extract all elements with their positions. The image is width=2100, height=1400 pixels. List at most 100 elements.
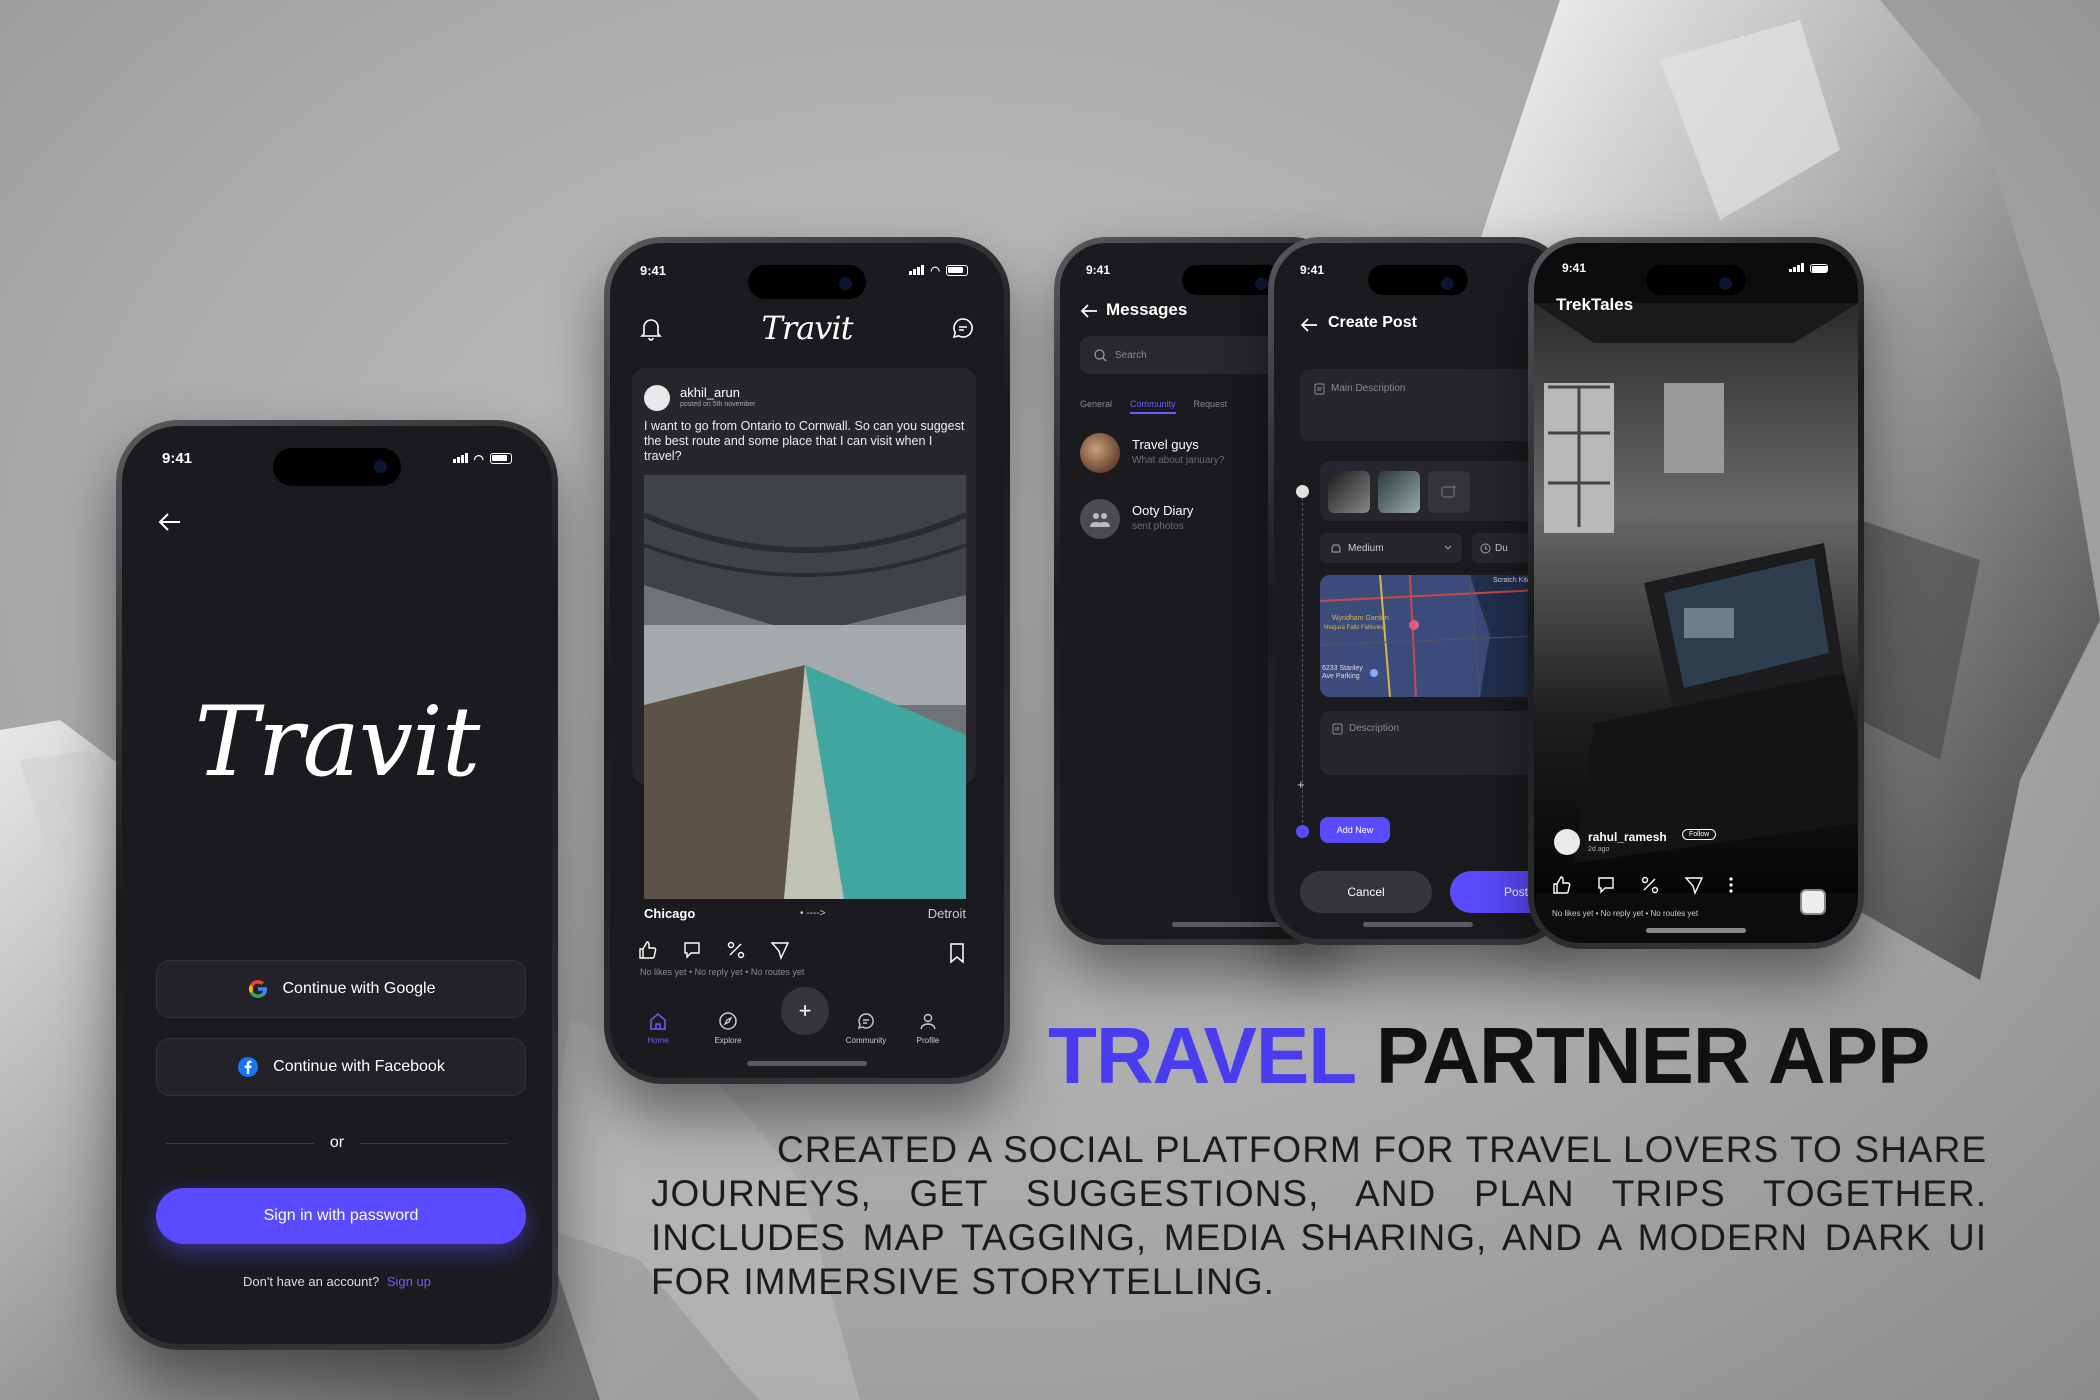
timeline-start-dot	[1296, 485, 1309, 498]
route-from: Chicago	[644, 906, 696, 921]
home-indicator	[1646, 928, 1746, 933]
share-icon[interactable]	[1684, 875, 1704, 895]
difficulty-select[interactable]: Medium	[1320, 533, 1462, 563]
nav-home[interactable]: Home	[636, 1011, 680, 1045]
comment-icon[interactable]	[682, 940, 702, 960]
signal-icon	[1788, 261, 1804, 275]
post-username[interactable]: akhil_arun	[680, 385, 740, 400]
reel-username[interactable]: rahul_ramesh	[1588, 830, 1667, 844]
headline-rest: PARTNER APP	[1375, 1011, 1930, 1100]
home-indicator	[747, 1061, 867, 1066]
status-time: 9:41	[1086, 263, 1111, 277]
route-icon[interactable]	[1640, 875, 1660, 895]
tab-community[interactable]: Community	[1130, 399, 1176, 414]
nav-profile[interactable]: Profile	[906, 1011, 950, 1045]
nav-community-label: Community	[845, 1036, 887, 1045]
bottom-nav: Home Explore + Community Profile	[610, 987, 1004, 1063]
status-time: 9:41	[640, 263, 667, 278]
add-new-label: Add New	[1336, 825, 1374, 835]
nav-explore-label: Explore	[714, 1036, 742, 1045]
nav-profile-label: Profile	[916, 1036, 940, 1045]
post-photo[interactable]	[644, 475, 966, 899]
google-icon	[248, 980, 267, 998]
compass-icon	[719, 1012, 737, 1030]
post-avatar[interactable]	[644, 385, 670, 411]
people-icon	[1090, 513, 1110, 527]
headline-accent: TRAVEL	[1048, 1011, 1356, 1100]
clock-icon	[1480, 543, 1491, 553]
google-button-label: Continue with Google	[282, 980, 436, 997]
create-post-phone: 9:41 Create Post Main Description + Medi…	[1268, 237, 1568, 945]
chat-name: Ooty Diary	[1132, 503, 1194, 518]
map-preview[interactable]: Scratch Kitchen Wyndham Garden Niagara F…	[1320, 575, 1560, 697]
battery-icon	[946, 265, 968, 276]
like-icon[interactable]	[1552, 875, 1572, 895]
status-time: 9:41	[162, 450, 193, 467]
profile-icon	[920, 1013, 936, 1030]
password-signin-button[interactable]: Sign in with password	[156, 1188, 526, 1244]
add-post-button[interactable]: +	[781, 987, 829, 1035]
document-icon	[1332, 723, 1343, 735]
search-placeholder: Search	[1115, 349, 1147, 361]
add-new-button[interactable]: Add New	[1320, 817, 1390, 843]
map-label: 6233 Stanley Ave Parking	[1322, 665, 1363, 680]
more-icon[interactable]	[1728, 875, 1734, 895]
post-actions	[638, 940, 790, 960]
create-post-title: Create Post	[1328, 314, 1417, 331]
facebook-button-label: Continue with Facebook	[273, 1058, 445, 1075]
cancel-button[interactable]: Cancel	[1300, 871, 1432, 913]
description-placeholder: Description	[1349, 723, 1400, 734]
route-icon[interactable]	[726, 940, 746, 960]
reel-avatar[interactable]	[1554, 829, 1580, 855]
difficulty-value: Medium	[1348, 542, 1384, 554]
reel-photo[interactable]	[1534, 303, 1858, 893]
password-button-label: Sign in with password	[263, 1207, 419, 1224]
duration-label: Du	[1495, 542, 1508, 554]
bookmark-icon[interactable]	[1800, 889, 1826, 915]
tab-request[interactable]: Request	[1194, 399, 1228, 414]
dynamic-island	[1368, 265, 1468, 295]
messages-tabs: General Community Request	[1080, 399, 1227, 414]
main-description-field[interactable]: Main Description	[1300, 369, 1560, 441]
wifi-icon: ◠	[930, 265, 940, 277]
share-icon[interactable]	[770, 940, 790, 960]
back-arrow-icon[interactable]	[158, 512, 182, 532]
back-arrow-icon[interactable]	[1080, 303, 1098, 319]
chat-name: Travel guys	[1132, 437, 1199, 452]
home-indicator	[1363, 922, 1473, 927]
media-thumbnail[interactable]	[1328, 471, 1370, 513]
nav-community[interactable]: Community	[836, 1011, 896, 1045]
group-avatar	[1080, 433, 1120, 473]
add-media-button[interactable]	[1428, 471, 1470, 513]
comment-icon[interactable]	[1596, 875, 1616, 895]
headline: TRAVEL PARTNER APP	[1048, 1010, 1930, 1102]
post-date: posted on 5th november	[680, 401, 756, 408]
timeline-plus[interactable]: +	[1297, 777, 1305, 792]
media-thumbnail[interactable]	[1378, 471, 1420, 513]
or-divider: or	[166, 1134, 509, 1152]
nav-explore[interactable]: Explore	[706, 1011, 750, 1045]
home-indicator	[1171, 922, 1282, 927]
signal-icon	[908, 263, 925, 278]
facebook-icon	[238, 1057, 259, 1077]
add-image-icon	[1441, 485, 1456, 498]
bookmark-icon[interactable]	[948, 942, 966, 964]
chat-icon[interactable]	[952, 317, 974, 339]
facebook-signin-button[interactable]: Continue with Facebook	[156, 1038, 526, 1096]
chevron-down-icon	[1444, 545, 1452, 550]
battery-icon	[490, 453, 512, 464]
signal-icon	[452, 450, 468, 467]
google-signin-button[interactable]: Continue with Google	[156, 960, 526, 1018]
description-field[interactable]: Description	[1320, 711, 1560, 775]
post-stats: No likes yet • No reply yet • No routes …	[640, 967, 805, 977]
description-text: CREATED A SOCIAL PLATFORM FOR TRAVEL LOV…	[651, 1129, 1987, 1302]
like-icon[interactable]	[638, 940, 658, 960]
status-bar: 9:41 ◠	[640, 263, 968, 278]
follow-button[interactable]: Follow	[1682, 829, 1717, 840]
car-icon	[1331, 544, 1341, 552]
post-text: I want to go from Ontario to Cornwall. S…	[644, 419, 965, 463]
chat-preview: sent photos	[1132, 521, 1184, 532]
tab-general[interactable]: General	[1080, 399, 1112, 414]
back-arrow-icon[interactable]	[1300, 317, 1318, 333]
signup-link[interactable]: Sign up	[387, 1274, 431, 1289]
